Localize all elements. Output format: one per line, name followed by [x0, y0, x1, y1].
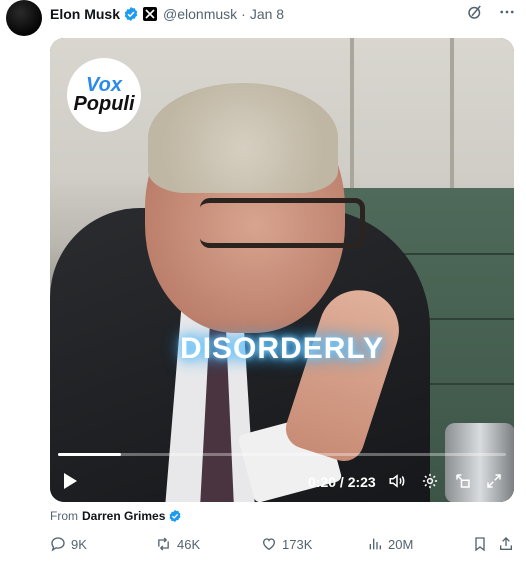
video-caption: DISORDERLY: [180, 332, 384, 365]
separator: ·: [241, 6, 246, 22]
repost-icon: [158, 537, 169, 551]
wall-frame: [450, 38, 454, 198]
logo-text-populi: Populi: [73, 93, 135, 115]
source-prefix: From: [50, 509, 78, 523]
fullscreen-icon[interactable]: [485, 472, 503, 495]
reply-count: 9K: [71, 536, 87, 552]
author-handle[interactable]: @elonmusk: [163, 6, 237, 22]
like-count: 173K: [282, 536, 313, 552]
views-chart-icon: [369, 538, 381, 550]
view-count: 20M: [388, 536, 414, 552]
like-button[interactable]: 173K: [261, 536, 312, 552]
source-verified-icon: [168, 509, 182, 523]
more-options-icon[interactable]: [498, 3, 516, 26]
progress-bar[interactable]: [58, 453, 506, 456]
source-name[interactable]: Darren Grimes: [82, 509, 165, 523]
header-icons: [466, 3, 516, 26]
video-controls: 0:20 / 2:23: [50, 468, 514, 496]
volume-icon[interactable]: [388, 472, 406, 495]
reply-button[interactable]: 9K: [50, 536, 87, 552]
time-display: 0:20 / 2:23: [308, 474, 376, 490]
wall-frame: [350, 38, 354, 198]
author-name[interactable]: Elon Musk: [50, 6, 120, 22]
share-button[interactable]: [498, 536, 514, 552]
vox-populi-logo: Vox Populi: [67, 58, 141, 132]
video-source: From Darren Grimes: [50, 509, 182, 523]
bookmark-button[interactable]: [472, 536, 488, 552]
video-player[interactable]: Vox Populi DISORDERLY 0:20 / 2:23: [50, 38, 514, 502]
progress-fill: [58, 453, 121, 456]
share-icon: [500, 537, 512, 550]
avatar[interactable]: [6, 0, 42, 36]
action-bar: 9K 46K 173K 20M: [50, 536, 514, 556]
speaker-glasses: [200, 198, 365, 248]
x-affiliate-icon: [143, 7, 158, 21]
grok-icon[interactable]: [466, 3, 484, 26]
repost-button[interactable]: 46K: [155, 536, 200, 552]
play-icon[interactable]: [62, 472, 78, 495]
views-button[interactable]: 20M: [367, 536, 413, 552]
heart-icon: [262, 538, 276, 551]
picture-in-picture-icon[interactable]: [454, 472, 472, 495]
settings-gear-icon[interactable]: [421, 472, 439, 495]
speaker-hair: [148, 83, 338, 193]
repost-count: 46K: [177, 536, 201, 552]
post-header: Elon Musk @elonmusk · Jan 8: [50, 5, 284, 23]
post-date[interactable]: Jan 8: [250, 6, 284, 22]
bookmark-icon: [475, 537, 485, 552]
reply-icon: [51, 537, 65, 552]
logo-text-vox: Vox: [86, 74, 122, 96]
verified-badge-icon: [123, 6, 139, 22]
